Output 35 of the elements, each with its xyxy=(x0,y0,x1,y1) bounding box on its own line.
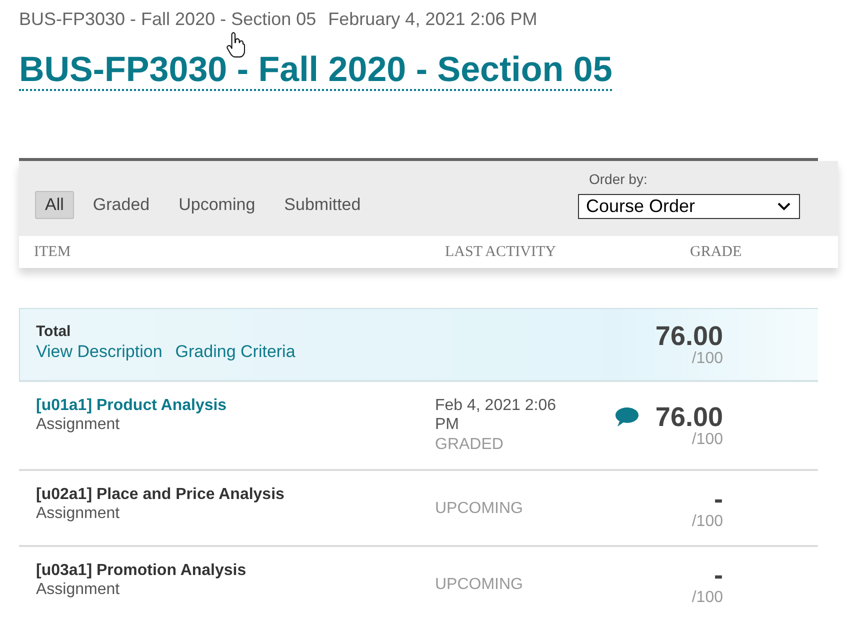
activity-status: UPCOMING xyxy=(435,574,524,594)
total-link[interactable]: View Description xyxy=(36,341,162,362)
item-title: [u02a1] Place and Price Analysis xyxy=(36,485,286,504)
column-header: ITEM xyxy=(34,244,71,260)
column-header: LAST ACTIVITY xyxy=(445,244,556,260)
total-label: Total xyxy=(36,322,72,341)
order-by-label: Order by: xyxy=(589,171,648,188)
item-grade: 76.00 xyxy=(655,402,723,430)
column-header: GRADE xyxy=(690,244,742,260)
activity-status: GRADED xyxy=(435,435,504,455)
item-title: [u03a1] Promotion Analysis xyxy=(36,561,248,580)
max-points: /100 xyxy=(692,589,723,607)
item-type: Assignment xyxy=(36,580,121,599)
max-points: /100 xyxy=(692,513,723,531)
filter-tab[interactable]: Submitted xyxy=(274,191,371,219)
item-grade: - xyxy=(713,561,723,589)
activity-status: UPCOMING xyxy=(435,498,524,518)
activity-date: Feb 4, 2021 2:06 PM xyxy=(435,396,557,434)
filter-tab[interactable]: Upcoming xyxy=(168,191,266,219)
filter-tab[interactable]: Graded xyxy=(82,191,160,219)
hand-pointer-icon xyxy=(226,31,245,58)
breadcrumb-timestamp: February 4, 2021 2:06 PM xyxy=(328,8,538,30)
chevron-down-icon xyxy=(777,202,791,211)
item-title[interactable]: [u01a1] Product Analysis xyxy=(36,396,435,415)
breadcrumb-course: BUS-FP3030 - Fall 2020 - Section 05 xyxy=(19,8,316,30)
filter-tab[interactable]: All xyxy=(35,191,74,219)
total-grade: 76.00 xyxy=(655,322,723,350)
item-type: Assignment xyxy=(36,415,121,434)
item-type: Assignment xyxy=(36,504,121,523)
order-by-select[interactable]: Course Order xyxy=(578,194,800,219)
comment-icon[interactable] xyxy=(615,406,640,426)
item-grade: - xyxy=(713,485,723,513)
total-link[interactable]: Grading Criteria xyxy=(175,341,296,362)
max-points: /100 xyxy=(690,350,723,368)
max-points: /100 xyxy=(690,430,723,448)
